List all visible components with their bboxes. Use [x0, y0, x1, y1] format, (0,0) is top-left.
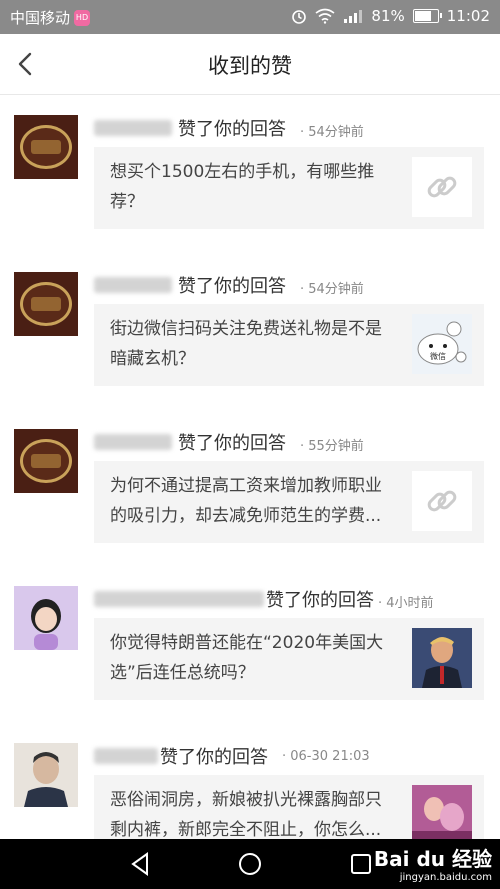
timestamp: · 06-30 21:03 — [282, 749, 370, 764]
answer-card[interactable]: 你觉得特朗普还能在“2020年美国大选”后连任总统吗？ — [94, 618, 484, 700]
blurred-username[interactable] — [94, 591, 264, 607]
question-text: 恶俗闹洞房，新娘被扒光裸露胸部只剩内裤，新郎完全不阻止，你怎么... — [110, 790, 382, 839]
list-item[interactable]: 赞了你的回答 · 4小时前 你觉得特朗普还能在“2020年美国大选”后连任总统吗… — [0, 566, 500, 724]
nav-home-icon[interactable] — [237, 851, 263, 877]
question-text: 街边微信扫码关注免费送礼物是不是暗藏玄机？ — [110, 319, 382, 369]
blurred-username[interactable] — [94, 434, 172, 450]
timestamp: · 54分钟前 — [300, 282, 364, 297]
watermark-url: jingyan.baidu.com — [399, 872, 492, 883]
link-thumbnail — [412, 471, 472, 531]
answer-card[interactable]: 为何不通过提高工资来增加教师职业的吸引力，却去减免师范生的学费... — [94, 461, 484, 543]
system-nav-bar: Bai du 经验 jingyan.baidu.com — [0, 839, 500, 889]
like-action-text: 赞了你的回答 — [178, 119, 286, 140]
link-icon — [427, 176, 457, 198]
page-title: 收到的赞 — [208, 54, 292, 78]
battery-icon — [412, 9, 442, 23]
person-photo-icon — [412, 628, 472, 688]
question-text: 你觉得特朗普还能在“2020年美国大选”后连任总统吗？ — [110, 633, 384, 683]
like-action-text: 赞了你的回答 — [160, 747, 268, 768]
bride-image — [412, 785, 472, 839]
wifi-icon — [315, 8, 335, 24]
trump-image — [412, 628, 472, 688]
list-item[interactable]: 赞了你的回答 · 54分钟前 街边微信扫码关注免费送礼物是不是暗藏玄机？ 微信 — [0, 252, 500, 410]
avatar[interactable] — [14, 743, 78, 807]
question-text: 为何不通过提高工资来增加教师职业的吸引力，却去减免师范生的学费... — [110, 476, 382, 526]
wechat-icon: 微信 — [417, 321, 467, 365]
avatar[interactable] — [14, 429, 78, 493]
blurred-username[interactable] — [94, 748, 158, 764]
timestamp: · 54分钟前 — [300, 125, 364, 140]
man-avatar-icon — [24, 752, 68, 807]
blurred-username[interactable] — [94, 120, 172, 136]
wechat-image: 微信 — [412, 314, 472, 374]
header: 收到的赞 — [0, 34, 500, 95]
avatar[interactable] — [14, 115, 78, 179]
girl-avatar-icon — [31, 599, 61, 650]
wechat-label: 微信 — [430, 351, 446, 361]
watermark-brand: Bai du 经验 — [373, 847, 492, 871]
likes-list[interactable]: 赞了你的回答 · 54分钟前 想买个1500左右的手机，有哪些推荐？ 赞了你的回… — [0, 95, 500, 839]
answer-card[interactable]: 恶俗闹洞房，新娘被扒光裸露胸部只剩内裤，新郎完全不阻止，你怎么... — [94, 775, 484, 839]
clock: 11:02 — [446, 7, 490, 25]
answer-card[interactable]: 街边微信扫码关注免费送礼物是不是暗藏玄机？ 微信 — [94, 304, 484, 386]
battery-percent: 81% — [371, 7, 405, 25]
question-text: 想买个1500左右的手机，有哪些推荐？ — [110, 162, 375, 212]
like-action-text: 赞了你的回答 — [266, 590, 374, 611]
like-action-text: 赞了你的回答 — [178, 276, 286, 297]
timestamp: · 4小时前 — [378, 596, 434, 611]
carrier-name: 中国移动 — [10, 9, 71, 27]
link-icon — [427, 490, 457, 512]
list-item[interactable]: 赞了你的回答 · 55分钟前 为何不通过提高工资来增加教师职业的吸引力，却去减免… — [0, 409, 500, 567]
like-action-text: 赞了你的回答 — [178, 433, 286, 454]
timestamp: · 55分钟前 — [300, 439, 364, 454]
status-bar: 中国移动 HD 81% 11:02 — [0, 0, 500, 34]
photo-icon — [412, 785, 472, 839]
alarm-icon — [292, 10, 307, 24]
avatar[interactable] — [14, 586, 78, 650]
signal-icon — [344, 10, 363, 23]
answer-card[interactable]: 想买个1500左右的手机，有哪些推荐？ — [94, 147, 484, 229]
baidu-watermark: Bai du 经验 jingyan.baidu.com — [374, 843, 492, 883]
blurred-username[interactable] — [94, 277, 172, 293]
carrier: 中国移动 HD — [10, 7, 91, 28]
battery-fill — [414, 11, 431, 21]
list-item[interactable]: 赞了你的回答 · 54分钟前 想买个1500左右的手机，有哪些推荐？ — [0, 95, 500, 253]
nav-back-icon[interactable] — [127, 851, 153, 877]
nav-recents-icon[interactable] — [348, 851, 374, 877]
list-item[interactable]: 赞了你的回答 · 06-30 21:03 恶俗闹洞房，新娘被扒光裸露胸部只剩内裤… — [0, 723, 500, 839]
link-thumbnail — [412, 157, 472, 217]
avatar[interactable] — [14, 272, 78, 336]
status-icons: 81% 11:02 — [291, 7, 490, 25]
hd-badge-icon: HD — [74, 9, 91, 26]
